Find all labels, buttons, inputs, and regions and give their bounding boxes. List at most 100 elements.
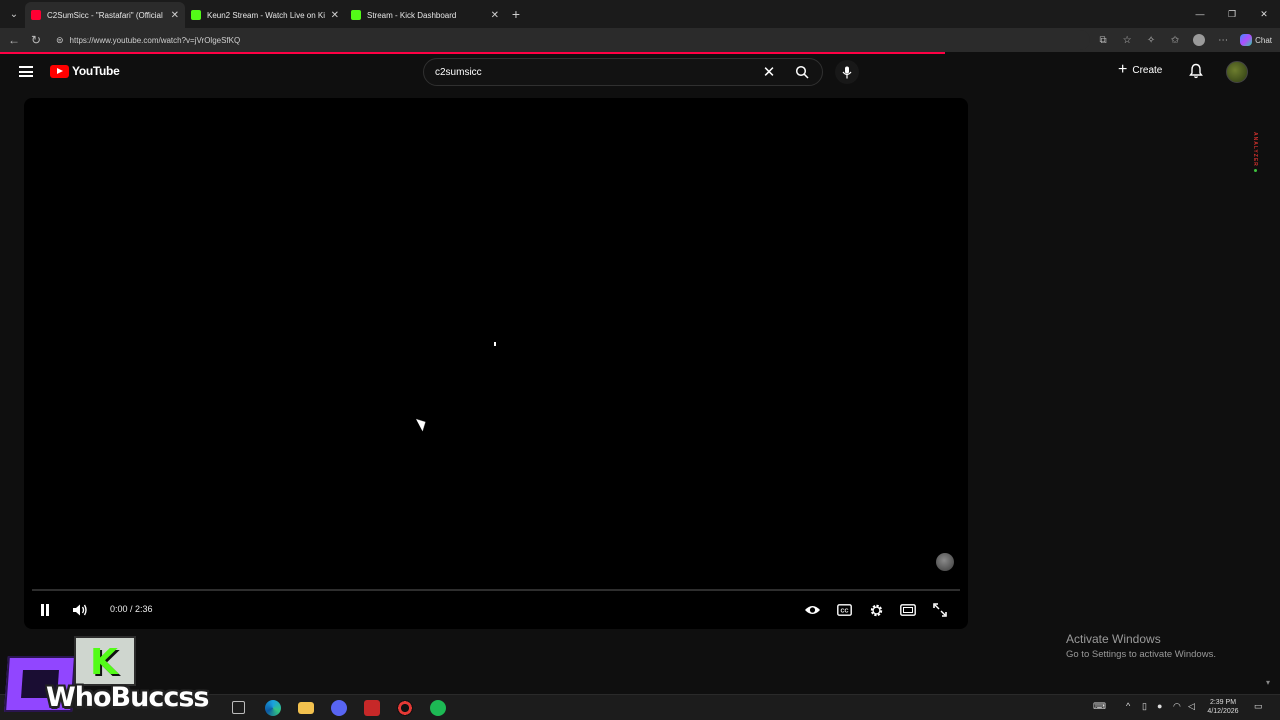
fullscreen-icon — [933, 603, 947, 617]
search-input[interactable] — [424, 66, 756, 78]
theater-icon — [900, 604, 916, 616]
browser-tab-strip: ⌄ C2SumSicc - "Rastafari" (Official M ✕ … — [0, 0, 1280, 28]
tab-title: C2SumSicc - "Rastafari" (Official M — [47, 10, 165, 20]
close-tab-icon[interactable]: ✕ — [171, 10, 179, 21]
captions-icon: CC — [836, 604, 852, 616]
pause-button[interactable] — [35, 600, 55, 620]
video-progress-bar[interactable] — [32, 589, 960, 591]
copilot-chat-button[interactable]: Chat — [1236, 34, 1276, 46]
scrollbar-down-arrow-icon[interactable]: ▾ — [1266, 678, 1270, 687]
youtube-masthead: YouTube ✕ + Create — [0, 54, 1280, 90]
watermark-title: Activate Windows — [1066, 632, 1161, 646]
taskbar-clock[interactable]: 2:39 PM 4/12/2026 — [1202, 698, 1244, 716]
clear-search-icon[interactable]: ✕ — [756, 63, 782, 81]
tab-title: Stream - Kick Dashboard — [367, 10, 457, 20]
tray-app-icon[interactable]: ▯ — [1142, 701, 1147, 712]
fullscreen-button[interactable] — [930, 600, 950, 620]
restore-icon[interactable]: ❐ — [1216, 0, 1248, 28]
notification-center-icon[interactable]: ▭ — [1254, 701, 1263, 712]
ambient-view-button[interactable] — [802, 600, 822, 620]
analyzer-label: ANALYZER — [1252, 132, 1258, 167]
loading-spinner — [494, 342, 496, 346]
kick-logo-icon: K — [74, 636, 136, 686]
clock-date: 4/12/2026 — [1207, 708, 1239, 715]
close-window-icon[interactable]: ✕ — [1248, 0, 1280, 28]
obs-icon[interactable] — [397, 700, 413, 716]
task-view-icon[interactable] — [232, 701, 245, 714]
create-button[interactable]: + Create — [1118, 62, 1162, 78]
new-tab-plus-icon[interactable]: + — [505, 6, 527, 22]
account-avatar[interactable] — [1226, 61, 1248, 83]
url-field[interactable]: ⊜ https://www.youtube.com/watch?v=jVrOlg… — [50, 30, 1090, 50]
kick-favicon-icon — [191, 10, 201, 20]
youtube-logo[interactable]: YouTube — [50, 64, 120, 78]
close-tab-icon[interactable]: ✕ — [491, 10, 499, 21]
clock-time: 2:39 PM — [1209, 699, 1237, 706]
tab-list-chevron-icon[interactable]: ⌄ — [3, 3, 25, 25]
window-controls: — ❐ ✕ — [1184, 0, 1280, 28]
file-explorer-icon[interactable] — [298, 702, 314, 714]
browser-address-bar: ← ↻ ⊜ https://www.youtube.com/watch?v=jV… — [0, 28, 1280, 52]
subtitles-button[interactable]: CC — [834, 600, 854, 620]
search-button[interactable] — [782, 59, 822, 85]
tab-kick-dashboard[interactable]: Stream - Kick Dashboard ✕ — [345, 2, 505, 28]
copilot-icon — [1240, 34, 1253, 46]
settings-button[interactable] — [866, 600, 886, 620]
discord-icon[interactable] — [331, 700, 347, 716]
tab-kick-stream[interactable]: Keun2 Stream - Watch Live on Kick ✕ — [185, 2, 345, 28]
microphone-icon — [842, 66, 852, 78]
profile-avatar-icon[interactable] — [1188, 29, 1210, 51]
create-label: Create — [1132, 64, 1163, 76]
tray-mic-icon[interactable]: ● — [1157, 701, 1162, 711]
youtube-favicon-icon — [31, 10, 41, 20]
kick-favicon-icon — [351, 10, 361, 20]
youtube-logo-text: YouTube — [72, 64, 120, 78]
status-dot — [1253, 168, 1257, 172]
gear-icon — [870, 604, 882, 616]
voice-search-button[interactable] — [835, 60, 859, 84]
mute-button[interactable] — [70, 600, 90, 620]
tab-title: Keun2 Stream - Watch Live on Kick — [207, 10, 325, 20]
app-available-icon[interactable]: ⧉ — [1092, 29, 1114, 51]
pause-icon — [41, 604, 49, 616]
youtube-play-logo-icon — [50, 64, 69, 78]
network-wifi-icon[interactable]: ◠ — [1173, 701, 1181, 712]
theater-mode-button[interactable] — [898, 600, 918, 620]
speaker-volume-icon[interactable]: ◁ — [1188, 701, 1195, 712]
favorites-icon[interactable]: ✩ — [1164, 29, 1186, 51]
stream-overlay-logo: K WhoBuccss — [4, 634, 224, 720]
close-tab-icon[interactable]: ✕ — [331, 10, 339, 21]
analyzer-extension-badge[interactable]: ANALYZER — [1250, 132, 1260, 188]
activate-windows-watermark: Activate Windows Go to Settings to activ… — [1066, 632, 1216, 660]
reload-icon[interactable]: ↻ — [25, 29, 47, 51]
app-red-icon[interactable] — [364, 700, 380, 716]
site-info-icon[interactable]: ⊜ — [56, 35, 64, 46]
minimize-icon[interactable]: — — [1184, 0, 1216, 28]
show-hidden-icons-chevron-icon[interactable]: ^ — [1126, 701, 1130, 711]
player-controls: 0:00 / 2:36 CC — [24, 598, 968, 622]
watermark-subtitle: Go to Settings to activate Windows. — [1066, 649, 1216, 660]
overlay-logo-text: WhoBuccss — [46, 682, 210, 713]
extensions-puzzle-icon[interactable]: ✧ — [1140, 29, 1162, 51]
back-arrow-icon[interactable]: ← — [3, 29, 25, 51]
search-box: ✕ — [423, 58, 823, 86]
plus-icon: + — [1118, 61, 1128, 78]
tab-youtube[interactable]: C2SumSicc - "Rastafari" (Official M ✕ — [25, 2, 185, 28]
chat-label: Chat — [1255, 35, 1272, 45]
browser-toolbar: ⧉ ☆ ✧ ✩ ⋯ Chat — [1092, 28, 1280, 52]
eye-icon — [804, 606, 820, 614]
video-player[interactable]: 0:00 / 2:36 CC — [24, 98, 968, 629]
edge-browser-icon[interactable] — [265, 700, 281, 716]
time-display: 0:00 / 2:36 — [110, 604, 153, 614]
volume-icon — [73, 604, 87, 616]
favorite-star-icon[interactable]: ☆ — [1116, 29, 1138, 51]
spotify-icon[interactable] — [430, 700, 446, 716]
more-menu-icon[interactable]: ⋯ — [1212, 29, 1234, 51]
keyboard-icon[interactable]: ⌨ — [1093, 701, 1106, 712]
search-icon — [795, 65, 809, 79]
channel-watermark-icon[interactable] — [936, 553, 954, 571]
url-text: https://www.youtube.com/watch?v=jVrOlgeS… — [69, 35, 241, 45]
svg-text:CC: CC — [840, 608, 848, 614]
notifications-bell-icon[interactable] — [1189, 63, 1203, 84]
guide-menu-icon[interactable] — [19, 66, 33, 77]
